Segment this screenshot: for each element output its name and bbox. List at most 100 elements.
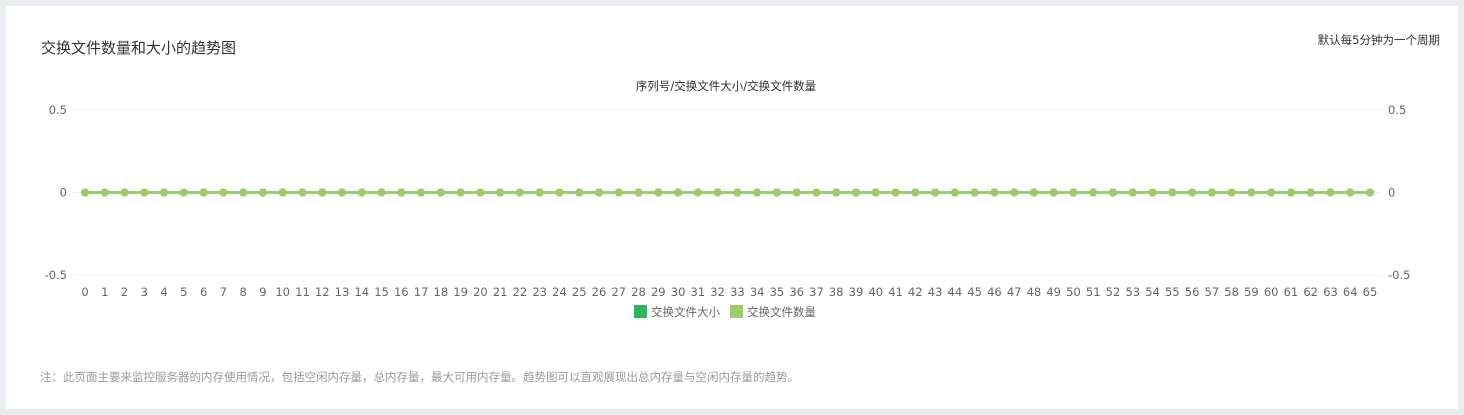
data-point[interactable]	[595, 188, 603, 197]
data-point[interactable]	[733, 188, 742, 197]
data-point[interactable]	[1207, 188, 1216, 197]
data-point[interactable]	[871, 188, 880, 197]
data-point[interactable]	[950, 188, 959, 197]
data-point[interactable]	[1346, 188, 1355, 197]
data-point[interactable]	[753, 188, 762, 197]
x-tick-label: 47	[1007, 285, 1022, 299]
data-point[interactable]	[812, 188, 821, 197]
data-point[interactable]	[832, 188, 841, 197]
data-point[interactable]	[1366, 188, 1374, 197]
x-tick-label: 17	[414, 285, 429, 299]
data-point[interactable]	[1286, 188, 1295, 197]
data-point[interactable]	[654, 188, 663, 197]
data-point[interactable]	[1148, 188, 1157, 197]
data-point[interactable]	[417, 188, 426, 197]
data-point[interactable]	[278, 188, 287, 197]
data-point[interactable]	[674, 188, 683, 197]
data-point[interactable]	[990, 188, 999, 197]
data-point[interactable]	[792, 188, 801, 197]
data-point[interactable]	[555, 188, 564, 197]
x-tick-label: 35	[770, 285, 785, 299]
x-tick-label: 29	[651, 285, 666, 299]
x-tick-label: 10	[275, 285, 290, 299]
data-point[interactable]	[1326, 188, 1335, 197]
x-tick-label: 0	[81, 285, 88, 299]
data-point[interactable]	[614, 188, 623, 197]
data-point[interactable]	[911, 188, 920, 197]
data-point[interactable]	[456, 188, 465, 197]
data-point[interactable]	[891, 188, 900, 197]
data-point[interactable]	[219, 188, 228, 197]
legend-swatch[interactable]	[730, 305, 743, 318]
data-point[interactable]	[81, 188, 89, 197]
x-tick-label: 53	[1125, 285, 1140, 299]
data-point[interactable]	[1168, 188, 1177, 197]
data-point[interactable]	[515, 188, 524, 197]
data-point[interactable]	[476, 188, 485, 197]
y-left-tick-label: 0	[60, 186, 67, 200]
data-point[interactable]	[397, 188, 406, 197]
data-point[interactable]	[852, 188, 860, 197]
x-tick-label: 62	[1303, 285, 1318, 299]
x-tick-label: 30	[671, 285, 686, 299]
data-point[interactable]	[1306, 188, 1315, 197]
data-point[interactable]	[239, 188, 248, 197]
x-tick-label: 11	[295, 285, 310, 299]
data-point[interactable]	[634, 188, 643, 197]
data-point[interactable]	[693, 188, 702, 197]
legend-label[interactable]: 交换文件大小	[651, 305, 720, 319]
data-point[interactable]	[970, 188, 979, 197]
data-point[interactable]	[1089, 188, 1098, 197]
data-point[interactable]	[1069, 188, 1078, 197]
data-point[interactable]	[575, 188, 584, 197]
legend-swatch[interactable]	[634, 305, 647, 318]
data-point[interactable]	[1188, 188, 1197, 197]
data-point[interactable]	[931, 188, 940, 197]
x-tick-label: 1	[101, 285, 108, 299]
data-point[interactable]	[436, 188, 445, 197]
x-tick-label: 19	[453, 285, 468, 299]
data-point[interactable]	[318, 188, 327, 197]
data-point[interactable]	[357, 188, 366, 197]
x-axis: 0 1 2 3 4 5 6 7 8 9 10 11 12 13 14 15 16 17 18 19 20 21 22 23 24…	[81, 285, 1377, 299]
x-tick-label: 39	[849, 285, 864, 299]
data-point[interactable]	[1247, 188, 1256, 197]
data-point[interactable]	[377, 188, 386, 197]
data-point[interactable]	[338, 188, 346, 197]
x-tick-label: 3	[141, 285, 148, 299]
data-point[interactable]	[258, 188, 267, 197]
legend-label[interactable]: 交换文件数量	[747, 305, 816, 319]
x-tick-label: 4	[160, 285, 167, 299]
data-point[interactable]	[496, 188, 505, 197]
data-point[interactable]	[100, 188, 109, 197]
data-point[interactable]	[199, 188, 208, 197]
x-tick-label: 12	[315, 285, 330, 299]
data-point[interactable]	[1109, 188, 1117, 197]
data-point[interactable]	[713, 188, 722, 197]
data-point[interactable]	[1267, 188, 1276, 197]
data-point[interactable]	[298, 188, 307, 197]
x-tick-label: 9	[259, 285, 266, 299]
data-point[interactable]	[179, 188, 188, 197]
x-tick-label: 18	[434, 285, 449, 299]
x-tick-label: 49	[1046, 285, 1061, 299]
data-point[interactable]	[140, 188, 149, 197]
x-tick-label: 60	[1264, 285, 1279, 299]
x-tick-label: 58	[1224, 285, 1239, 299]
data-point[interactable]	[1227, 188, 1236, 197]
data-point[interactable]	[160, 188, 169, 197]
x-tick-label: 50	[1066, 285, 1081, 299]
x-tick-label: 23	[532, 285, 547, 299]
data-point[interactable]	[120, 188, 129, 197]
x-tick-label: 24	[552, 285, 567, 299]
data-point[interactable]	[535, 188, 544, 197]
x-tick-label: 21	[493, 285, 508, 299]
data-point[interactable]	[772, 188, 781, 197]
data-point[interactable]	[1029, 188, 1038, 197]
data-point[interactable]	[1128, 188, 1137, 197]
data-point[interactable]	[1010, 188, 1019, 197]
x-tick-label: 54	[1145, 285, 1160, 299]
data-point[interactable]	[1049, 188, 1058, 197]
x-tick-label: 57	[1205, 285, 1220, 299]
x-tick-label: 31	[691, 285, 706, 299]
